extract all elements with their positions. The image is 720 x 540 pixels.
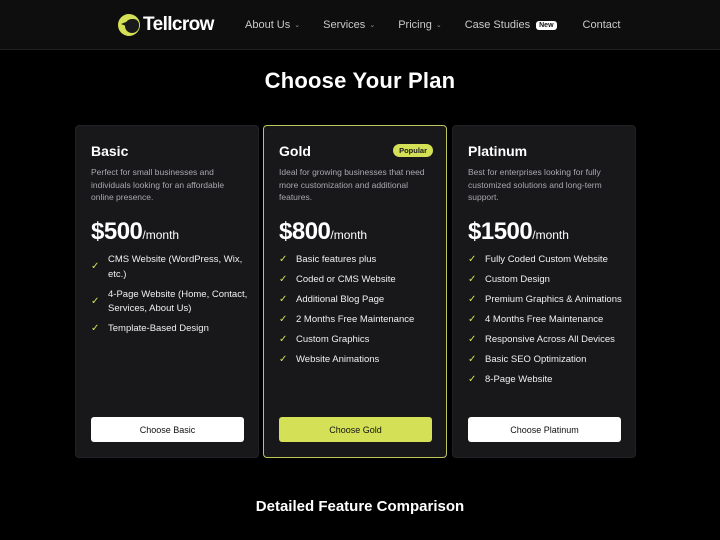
main-nav: About Us ⌄ Services ⌄ Pricing ⌄ Case Stu… bbox=[245, 17, 620, 33]
page-title: Choose Your Plan bbox=[264, 68, 456, 93]
plan-description: Ideal for growing businesses that need m… bbox=[279, 167, 425, 202]
price-amount: $1500 bbox=[468, 218, 533, 245]
feature-text: 4 Months Free Maintenance bbox=[485, 314, 604, 325]
feature-item: ✓ Custom Graphics bbox=[279, 333, 439, 348]
check-icon: ✓ bbox=[468, 274, 477, 285]
feature-item: ✓ 4 Months Free Maintenance bbox=[468, 313, 628, 328]
choose-platinum-button[interactable]: Choose Platinum bbox=[468, 417, 621, 442]
feature-text: CMS Website (WordPress, Wix, etc.) bbox=[108, 254, 243, 280]
plan-description: Best for enterprises looking for fully c… bbox=[468, 167, 602, 202]
feature-item: ✓ CMS Website (WordPress, Wix, etc.) bbox=[91, 253, 251, 282]
check-icon: ✓ bbox=[91, 295, 100, 307]
feature-comparison-heading: Detailed Feature Comparison bbox=[255, 498, 465, 515]
crow-logo-icon bbox=[118, 14, 140, 36]
plan-description: Perfect for small businesses and individ… bbox=[91, 167, 225, 202]
nav-contact-label: Contact bbox=[582, 19, 621, 31]
check-icon: ✓ bbox=[468, 314, 477, 325]
nav-pricing[interactable]: Pricing ⌄ bbox=[398, 19, 442, 31]
price-amount: $800 bbox=[279, 218, 331, 245]
price-period: /month bbox=[142, 228, 180, 242]
plan-price: $500 /month bbox=[91, 218, 179, 246]
feature-text: Template-Based Design bbox=[108, 323, 209, 334]
price-amount: $500 bbox=[91, 218, 143, 245]
feature-text: 2 Months Free Maintenance bbox=[296, 314, 415, 325]
check-icon: ✓ bbox=[91, 261, 100, 273]
feature-list: ✓ CMS Website (WordPress, Wix, etc.) ✓ 4-P… bbox=[91, 253, 251, 342]
crow-body bbox=[125, 19, 139, 33]
feature-text: Custom Graphics bbox=[296, 334, 370, 345]
check-icon: ✓ bbox=[468, 354, 477, 365]
check-icon: ✓ bbox=[468, 334, 477, 345]
feature-item: ✓ Custom Design bbox=[468, 273, 628, 288]
feature-item: ✓ Basic features plus bbox=[279, 253, 439, 268]
feature-item: ✓ Basic SEO Optimization bbox=[468, 353, 628, 368]
feature-item: ✓ Responsive Across All Devices bbox=[468, 333, 628, 348]
new-badge: New bbox=[536, 20, 557, 30]
check-icon: ✓ bbox=[279, 294, 288, 305]
plan-card-platinum: Platinum Best for enterprises looking fo… bbox=[452, 125, 636, 458]
check-icon: ✓ bbox=[279, 254, 288, 265]
plan-card-gold: Gold Popular Ideal for growing businesse… bbox=[263, 125, 447, 458]
plan-price: $800 /month bbox=[279, 218, 367, 246]
nav-about-us-label: About Us bbox=[245, 19, 291, 31]
plan-card-basic: Basic Perfect for small businesses and i… bbox=[75, 125, 259, 458]
check-icon: ✓ bbox=[468, 254, 477, 265]
feature-item: ✓ Premium Graphics & Animations bbox=[468, 293, 628, 308]
price-period: /month bbox=[532, 228, 569, 242]
feature-list: ✓ Basic features plus ✓ Coded or CMS Websi… bbox=[279, 253, 439, 373]
plan-name: Platinum bbox=[468, 143, 528, 159]
check-icon: ✓ bbox=[279, 334, 288, 345]
feature-item: ✓ Additional Blog Page bbox=[279, 293, 439, 308]
plan-name: Gold bbox=[279, 143, 311, 159]
feature-item: ✓ Coded or CMS Website bbox=[279, 273, 439, 288]
chevron-down-icon: ⌄ bbox=[294, 22, 301, 29]
feature-text: Custom Design bbox=[485, 274, 550, 285]
check-icon: ✓ bbox=[91, 323, 100, 334]
check-icon: ✓ bbox=[279, 354, 288, 365]
feature-item: ✓ Fully Coded Custom Website bbox=[468, 253, 628, 268]
check-icon: ✓ bbox=[468, 374, 477, 385]
feature-item: ✓ Website Animations bbox=[279, 353, 439, 368]
nav-services-label: Services bbox=[323, 19, 366, 31]
check-icon: ✓ bbox=[468, 294, 477, 305]
feature-text: Basic features plus bbox=[296, 254, 377, 265]
feature-text: Coded or CMS Website bbox=[296, 274, 396, 285]
popular-badge: Popular bbox=[393, 144, 433, 157]
feature-item: ✓ 2 Months Free Maintenance bbox=[279, 313, 439, 328]
feature-item: ✓ Template-Based Design bbox=[91, 322, 251, 337]
check-icon: ✓ bbox=[279, 274, 288, 285]
feature-text: 4-Page Website (Home, Contact, Services,… bbox=[108, 288, 248, 315]
feature-text: Basic SEO Optimization bbox=[485, 354, 587, 365]
feature-text: Fully Coded Custom Website bbox=[485, 254, 608, 265]
chevron-down-icon: ⌄ bbox=[435, 22, 442, 29]
feature-text: Premium Graphics & Animations bbox=[485, 294, 622, 305]
feature-text: Website Animations bbox=[296, 354, 380, 365]
plan-price: $1500 /month bbox=[468, 218, 569, 246]
choose-basic-button[interactable]: Choose Basic bbox=[91, 417, 244, 442]
nav-pricing-label: Pricing bbox=[398, 19, 432, 31]
feature-text: Responsive Across All Devices bbox=[485, 334, 615, 345]
crow-beak bbox=[121, 22, 126, 26]
brand-name: Tellcrow bbox=[143, 14, 214, 35]
feature-item: ✓ 8-Page Website bbox=[468, 373, 628, 388]
check-icon: ✓ bbox=[279, 314, 288, 325]
feature-text: 8-Page Website bbox=[485, 374, 553, 385]
brand-logo[interactable]: Tellcrow bbox=[118, 13, 214, 37]
feature-list: ✓ Fully Coded Custom Website ✓ Custom Desi… bbox=[468, 253, 628, 393]
nav-services[interactable]: Services ⌄ bbox=[323, 19, 375, 31]
feature-item: ✓ 4-Page Website (Home, Contact, Services… bbox=[91, 288, 251, 317]
choose-gold-button[interactable]: Choose Gold bbox=[279, 417, 432, 442]
nav-case-studies[interactable]: Case Studies New bbox=[465, 19, 557, 31]
price-period: /month bbox=[330, 228, 368, 242]
site-header: Tellcrow About Us ⌄ Services ⌄ Pricing ⌄… bbox=[0, 0, 720, 50]
chevron-down-icon: ⌄ bbox=[369, 22, 376, 29]
feature-text: Additional Blog Page bbox=[296, 294, 385, 305]
plan-name: Basic bbox=[91, 143, 129, 159]
nav-case-studies-label: Case Studies bbox=[464, 19, 531, 31]
nav-contact[interactable]: Contact bbox=[583, 19, 621, 31]
nav-about-us[interactable]: About Us ⌄ bbox=[245, 19, 300, 31]
